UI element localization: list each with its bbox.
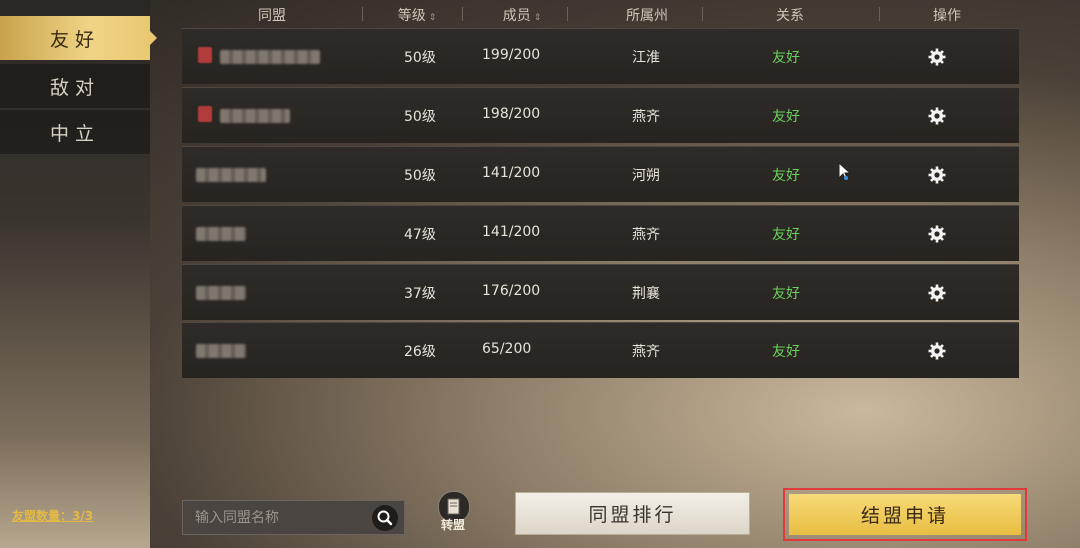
alliance-name-redacted	[196, 168, 266, 182]
header-divider	[702, 7, 703, 21]
state-cell: 江淮	[632, 50, 660, 66]
table-header: 同盟 等级 ⇕ 成员 ⇕ 所属州 关系 操作	[182, 0, 1019, 28]
gear-icon[interactable]	[928, 48, 946, 66]
table-row[interactable]: 50级 198/200 燕齐 友好	[182, 87, 1019, 143]
mouse-cursor-icon	[838, 162, 852, 182]
sidebar: 友好 敌对 中立 友盟数量：3/3	[0, 0, 157, 548]
sort-icon: ⇕	[428, 13, 437, 23]
header-members-label: 成员	[502, 8, 531, 24]
header-divider	[567, 7, 568, 21]
tab-neutral[interactable]: 中立	[0, 110, 150, 154]
alliance-name-redacted	[220, 109, 290, 123]
tab-friendly[interactable]: 友好	[0, 16, 157, 60]
relation-cell: 友好	[772, 286, 800, 302]
header-divider	[462, 7, 463, 21]
alliance-search-input[interactable]	[183, 501, 363, 534]
level-cell: 50级	[404, 168, 436, 184]
header-level[interactable]: 等级 ⇕	[377, 5, 457, 25]
transfer-label: 转盟	[440, 518, 465, 532]
friend-alliance-count[interactable]: 友盟数量：3/3	[12, 507, 93, 524]
tab-neutral-label: 中立	[49, 122, 100, 145]
header-divider	[362, 7, 363, 21]
members-cell: 199/200	[482, 47, 541, 63]
active-tab-arrow-icon	[150, 31, 157, 45]
alliance-name-redacted	[196, 227, 246, 241]
alliance-search	[182, 500, 405, 535]
sort-icon: ⇕	[533, 13, 542, 23]
table-row[interactable]: 47级 141/200 燕齐 友好	[182, 205, 1019, 261]
alliance-ranking-button[interactable]: 同盟排行	[515, 492, 750, 535]
alliance-name-redacted	[196, 344, 246, 358]
header-level-label: 等级	[397, 8, 426, 24]
tab-hostile[interactable]: 敌对	[0, 64, 150, 108]
table-row[interactable]: 37级 176/200 荆襄 友好	[182, 264, 1019, 320]
level-cell: 47级	[404, 227, 436, 243]
members-cell: 198/200	[482, 106, 541, 122]
gear-icon[interactable]	[928, 107, 946, 125]
header-divider	[879, 7, 880, 21]
search-button[interactable]	[372, 505, 398, 531]
members-cell: 141/200	[482, 224, 541, 240]
relation-cell: 友好	[772, 109, 800, 125]
level-cell: 50级	[404, 50, 436, 66]
table-row[interactable]: 50级 199/200 江淮 友好	[182, 28, 1019, 84]
relation-cell: 友好	[772, 168, 800, 184]
gear-icon[interactable]	[928, 284, 946, 302]
table-row[interactable]: 50级 141/200 河朔 友好	[182, 146, 1019, 202]
level-cell: 37级	[404, 286, 436, 302]
header-state: 所属州	[626, 8, 668, 24]
state-cell: 燕齐	[632, 344, 660, 360]
alliance-apply-button[interactable]: 结盟申请	[789, 494, 1021, 535]
transfer-alliance-button[interactable]: 转盟	[432, 491, 474, 537]
relation-cell: 友好	[772, 227, 800, 243]
alliance-flag-icon	[198, 47, 212, 63]
alliance-name-redacted	[220, 50, 320, 64]
header-action: 操作	[933, 8, 961, 24]
members-cell: 141/200	[482, 165, 541, 181]
state-cell: 燕齐	[632, 109, 660, 125]
gear-icon[interactable]	[928, 166, 946, 184]
state-cell: 河朔	[632, 168, 660, 184]
apply-button-highlight: 结盟申请	[783, 488, 1027, 541]
gear-icon[interactable]	[928, 225, 946, 243]
level-cell: 50级	[404, 109, 436, 125]
level-cell: 26级	[404, 344, 436, 360]
alliance-name-redacted	[196, 286, 246, 300]
relation-cell: 友好	[772, 344, 800, 360]
tab-hostile-label: 敌对	[49, 76, 100, 99]
relation-cell: 友好	[772, 50, 800, 66]
header-alliance: 同盟	[258, 8, 286, 24]
table-row[interactable]: 26级 65/200 燕齐 友好	[182, 322, 1019, 378]
alliance-flag-icon	[198, 106, 212, 122]
members-cell: 65/200	[482, 341, 532, 357]
state-cell: 燕齐	[632, 227, 660, 243]
header-members[interactable]: 成员 ⇕	[482, 5, 562, 25]
tab-friendly-label: 友好	[49, 28, 100, 51]
header-relation: 关系	[776, 8, 804, 24]
gear-icon[interactable]	[928, 342, 946, 360]
members-cell: 176/200	[482, 283, 541, 299]
search-icon	[377, 510, 393, 526]
state-cell: 荆襄	[632, 286, 660, 302]
